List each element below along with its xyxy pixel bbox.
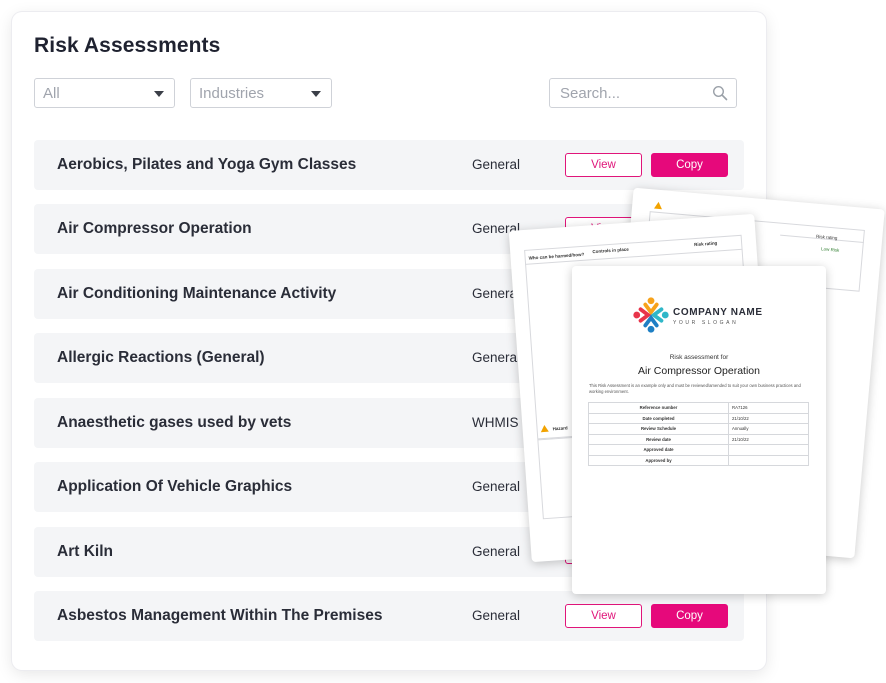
field-value: Annually [728,423,809,435]
search-placeholder: Search... [560,84,621,102]
field-label: Approved date [588,444,729,456]
document-preview-cover[interactable]: COMPANY NAME YOUR SLOGAN Risk assessment… [572,266,826,594]
view-button[interactable]: View [565,604,642,628]
assessment-name: Anaesthetic gases used by vets [57,414,292,431]
list-item: Aerobics, Pilates and Yoga Gym Classes Ge… [34,140,744,190]
field-label: Review Schedule [588,423,729,435]
assessment-name: Air Compressor Operation [57,220,252,237]
search-icon [712,85,728,101]
copy-button[interactable]: Copy [651,604,728,628]
assessment-category: General [472,608,521,623]
field-value [728,454,809,466]
preview-field-row: Approved date [588,444,809,456]
field-value: 21/10/22 [728,412,809,424]
preview-details-table: Reference number RA7126 Date completed 21/1… [588,402,809,466]
type-filter-value: All [43,84,60,102]
preview-field-row: Review Schedule Annually [588,423,809,435]
company-slogan: YOUR SLOGAN [673,320,739,326]
preview-field-row: Reference number RA7126 [588,402,809,414]
field-label: Review date [588,433,729,445]
chevron-down-icon [311,91,321,97]
page-title: Risk Assessments [34,34,221,57]
assessment-name: Air Conditioning Maintenance Activity [57,285,337,302]
warning-icon [540,424,549,433]
preview-description: This Risk Assessment is an example only … [589,383,801,394]
assessment-category: WHMIS [472,415,519,430]
preview-field-row: Date completed 21/10/22 [588,412,809,424]
assessment-name: Aerobics, Pilates and Yoga Gym Classes [57,156,357,173]
assessment-category: General [472,479,521,494]
field-value [728,444,809,456]
copy-button[interactable]: Copy [651,153,728,177]
assessment-name: Art Kiln [57,543,113,560]
list-item: Asbestos Management Within The Premises G… [34,591,744,641]
preview-field-row: Approved by [588,454,809,466]
preview-heading: Risk assessment for [669,354,729,361]
company-name: COMPANY NAME [673,307,763,318]
search-input[interactable]: Search... [549,78,737,108]
field-label: Date completed [588,412,729,424]
field-label: Reference number [588,402,729,414]
field-value: 21/10/22 [728,433,809,445]
assessment-name: Allergic Reactions (General) [57,349,265,366]
industry-filter-value: Industries [199,84,265,102]
field-label: Approved by [588,454,729,466]
field-value: RA7126 [728,402,809,414]
assessment-category: General [472,350,521,365]
assessment-category: General [472,157,521,172]
chevron-down-icon [154,91,164,97]
assessment-name: Application Of Vehicle Graphics [57,478,293,495]
hazard-label: Hazard [552,425,568,432]
company-logo-icon [633,297,669,333]
warning-icon [653,201,663,210]
preview-title: Air Compressor Operation [638,365,760,377]
view-button[interactable]: View [565,153,642,177]
assessment-name: Asbestos Management Within The Premises [57,607,383,624]
type-filter-select[interactable]: All [34,78,175,108]
assessment-category: General [472,544,521,559]
preview-field-row: Review date 21/10/22 [588,433,809,445]
industry-filter-select[interactable]: Industries [190,78,332,108]
